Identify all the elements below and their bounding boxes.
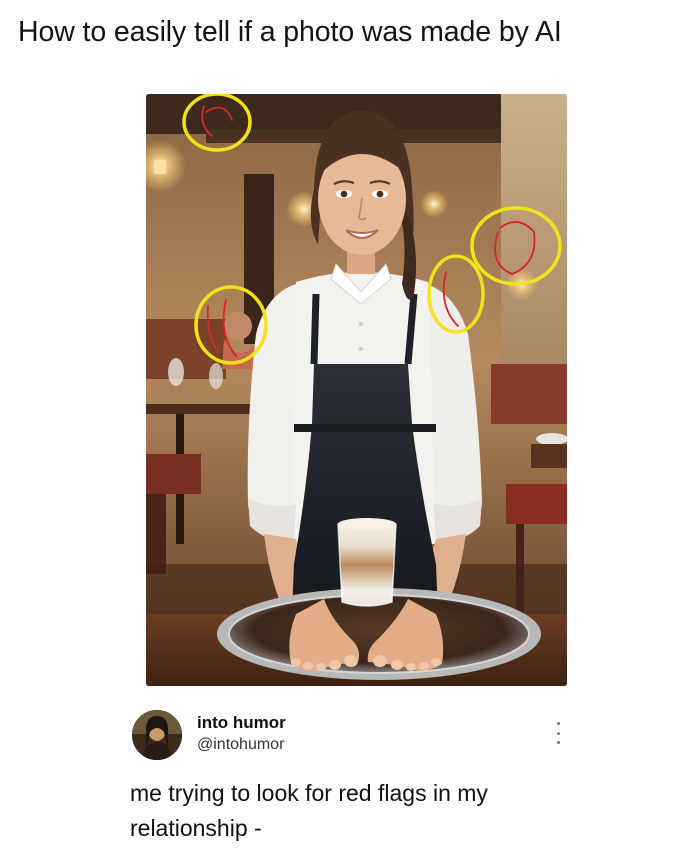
- ai-generated-photo[interactable]: [146, 94, 567, 686]
- tweet-display-name[interactable]: into humor: [197, 713, 286, 733]
- avatar[interactable]: [132, 710, 182, 760]
- post-title: How to easily tell if a photo was made b…: [18, 16, 562, 48]
- more-vertical-icon[interactable]: [553, 722, 563, 744]
- tweet-text: me trying to look for red flags in my re…: [130, 780, 488, 841]
- tweet-handle[interactable]: @intohumor: [197, 736, 284, 754]
